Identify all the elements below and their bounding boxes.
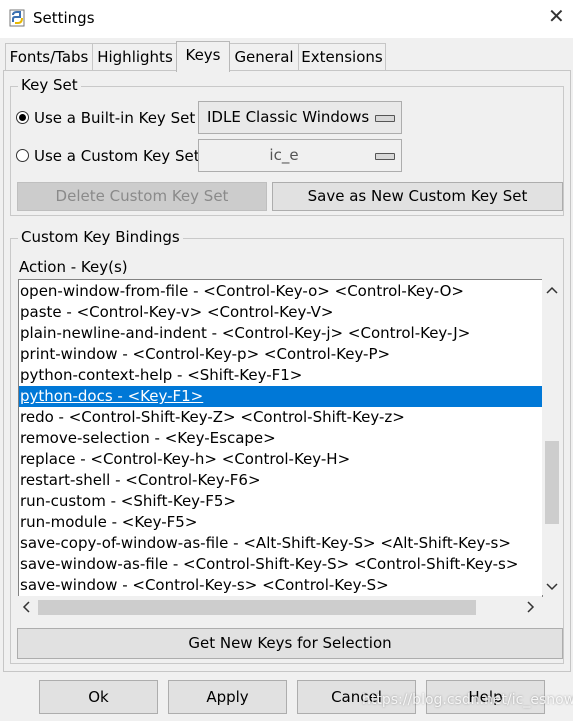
option-menu-indicator-icon: [375, 153, 395, 160]
list-item[interactable]: save-window-as-file - <Control-Shift-Key…: [19, 554, 542, 575]
list-item[interactable]: redo - <Control-Shift-Key-Z> <Control-Sh…: [19, 407, 542, 428]
scroll-up-arrow-icon[interactable]: [546, 284, 558, 296]
tab-keys[interactable]: Keys: [176, 41, 230, 72]
list-item[interactable]: save-window - <Control-Key-s> <Control-K…: [19, 575, 542, 596]
builtin-key-set-select[interactable]: IDLE Classic Windows: [198, 101, 402, 134]
scroll-right-arrow-icon[interactable]: [527, 601, 535, 615]
tab-highlights[interactable]: Highlights: [92, 43, 178, 70]
tab-extensions[interactable]: Extensions: [298, 43, 386, 70]
custom-key-set-select[interactable]: ic_e: [198, 139, 402, 172]
window-title: Settings: [33, 9, 95, 27]
list-item[interactable]: save-copy-of-window-as-file - <Alt-Shift…: [19, 533, 542, 554]
scroll-left-arrow-icon[interactable]: [22, 601, 30, 615]
apply-button[interactable]: Apply: [168, 680, 287, 714]
close-icon[interactable]: ✕: [548, 6, 565, 26]
list-item[interactable]: restart-shell - <Control-Key-F6>: [19, 470, 542, 491]
ok-button[interactable]: Ok: [39, 680, 158, 714]
key-bindings-list[interactable]: open-window-from-file - <Control-Key-o> …: [18, 279, 543, 597]
vertical-scrollbar[interactable]: [542, 279, 562, 595]
bindings-column-header: Action - Key(s): [19, 258, 128, 276]
list-item[interactable]: python-context-help - <Shift-Key-F1>: [19, 365, 542, 386]
vertical-scroll-thumb[interactable]: [545, 441, 559, 524]
python-idle-icon: [9, 9, 27, 27]
get-new-keys-button[interactable]: Get New Keys for Selection: [17, 628, 563, 659]
tab-general[interactable]: General: [229, 43, 299, 70]
list-item-selected[interactable]: python-docs - <Key-F1>: [19, 386, 542, 407]
list-item[interactable]: paste - <Control-Key-v> <Control-Key-V>: [19, 302, 542, 323]
key-set-title: Key Set: [18, 76, 81, 94]
delete-custom-key-set-button[interactable]: Delete Custom Key Set: [17, 182, 267, 211]
save-new-custom-key-set-button[interactable]: Save as New Custom Key Set: [272, 182, 563, 211]
tab-fonts-tabs[interactable]: Fonts/Tabs: [5, 43, 93, 70]
custom-key-set-label[interactable]: Use a Custom Key Set: [34, 147, 200, 165]
list-item[interactable]: remove-selection - <Key-Escape>: [19, 428, 542, 449]
list-item[interactable]: run-module - <Key-F5>: [19, 512, 542, 533]
list-item[interactable]: replace - <Control-Key-h> <Control-Key-H…: [19, 449, 542, 470]
list-item[interactable]: print-window - <Control-Key-p> <Control-…: [19, 344, 542, 365]
builtin-key-set-value: IDLE Classic Windows: [207, 108, 370, 126]
list-item[interactable]: plain-newline-and-indent - <Control-Key-…: [19, 323, 542, 344]
list-item[interactable]: open-window-from-file - <Control-Key-o> …: [19, 281, 542, 302]
option-menu-indicator-icon: [375, 115, 395, 122]
horizontal-scroll-thumb[interactable]: [38, 600, 476, 615]
custom-key-set-radio[interactable]: [16, 149, 29, 162]
list-item[interactable]: run-custom - <Shift-Key-F5>: [19, 491, 542, 512]
watermark: https://blog.csdn.net/ic_esnow: [362, 692, 573, 708]
custom-key-set-value: ic_e: [269, 146, 299, 164]
custom-key-bindings-title: Custom Key Bindings: [18, 228, 183, 246]
builtin-key-set-radio[interactable]: [16, 111, 29, 124]
builtin-key-set-label[interactable]: Use a Built-in Key Set: [34, 109, 195, 127]
scroll-down-arrow-icon[interactable]: [546, 581, 558, 593]
